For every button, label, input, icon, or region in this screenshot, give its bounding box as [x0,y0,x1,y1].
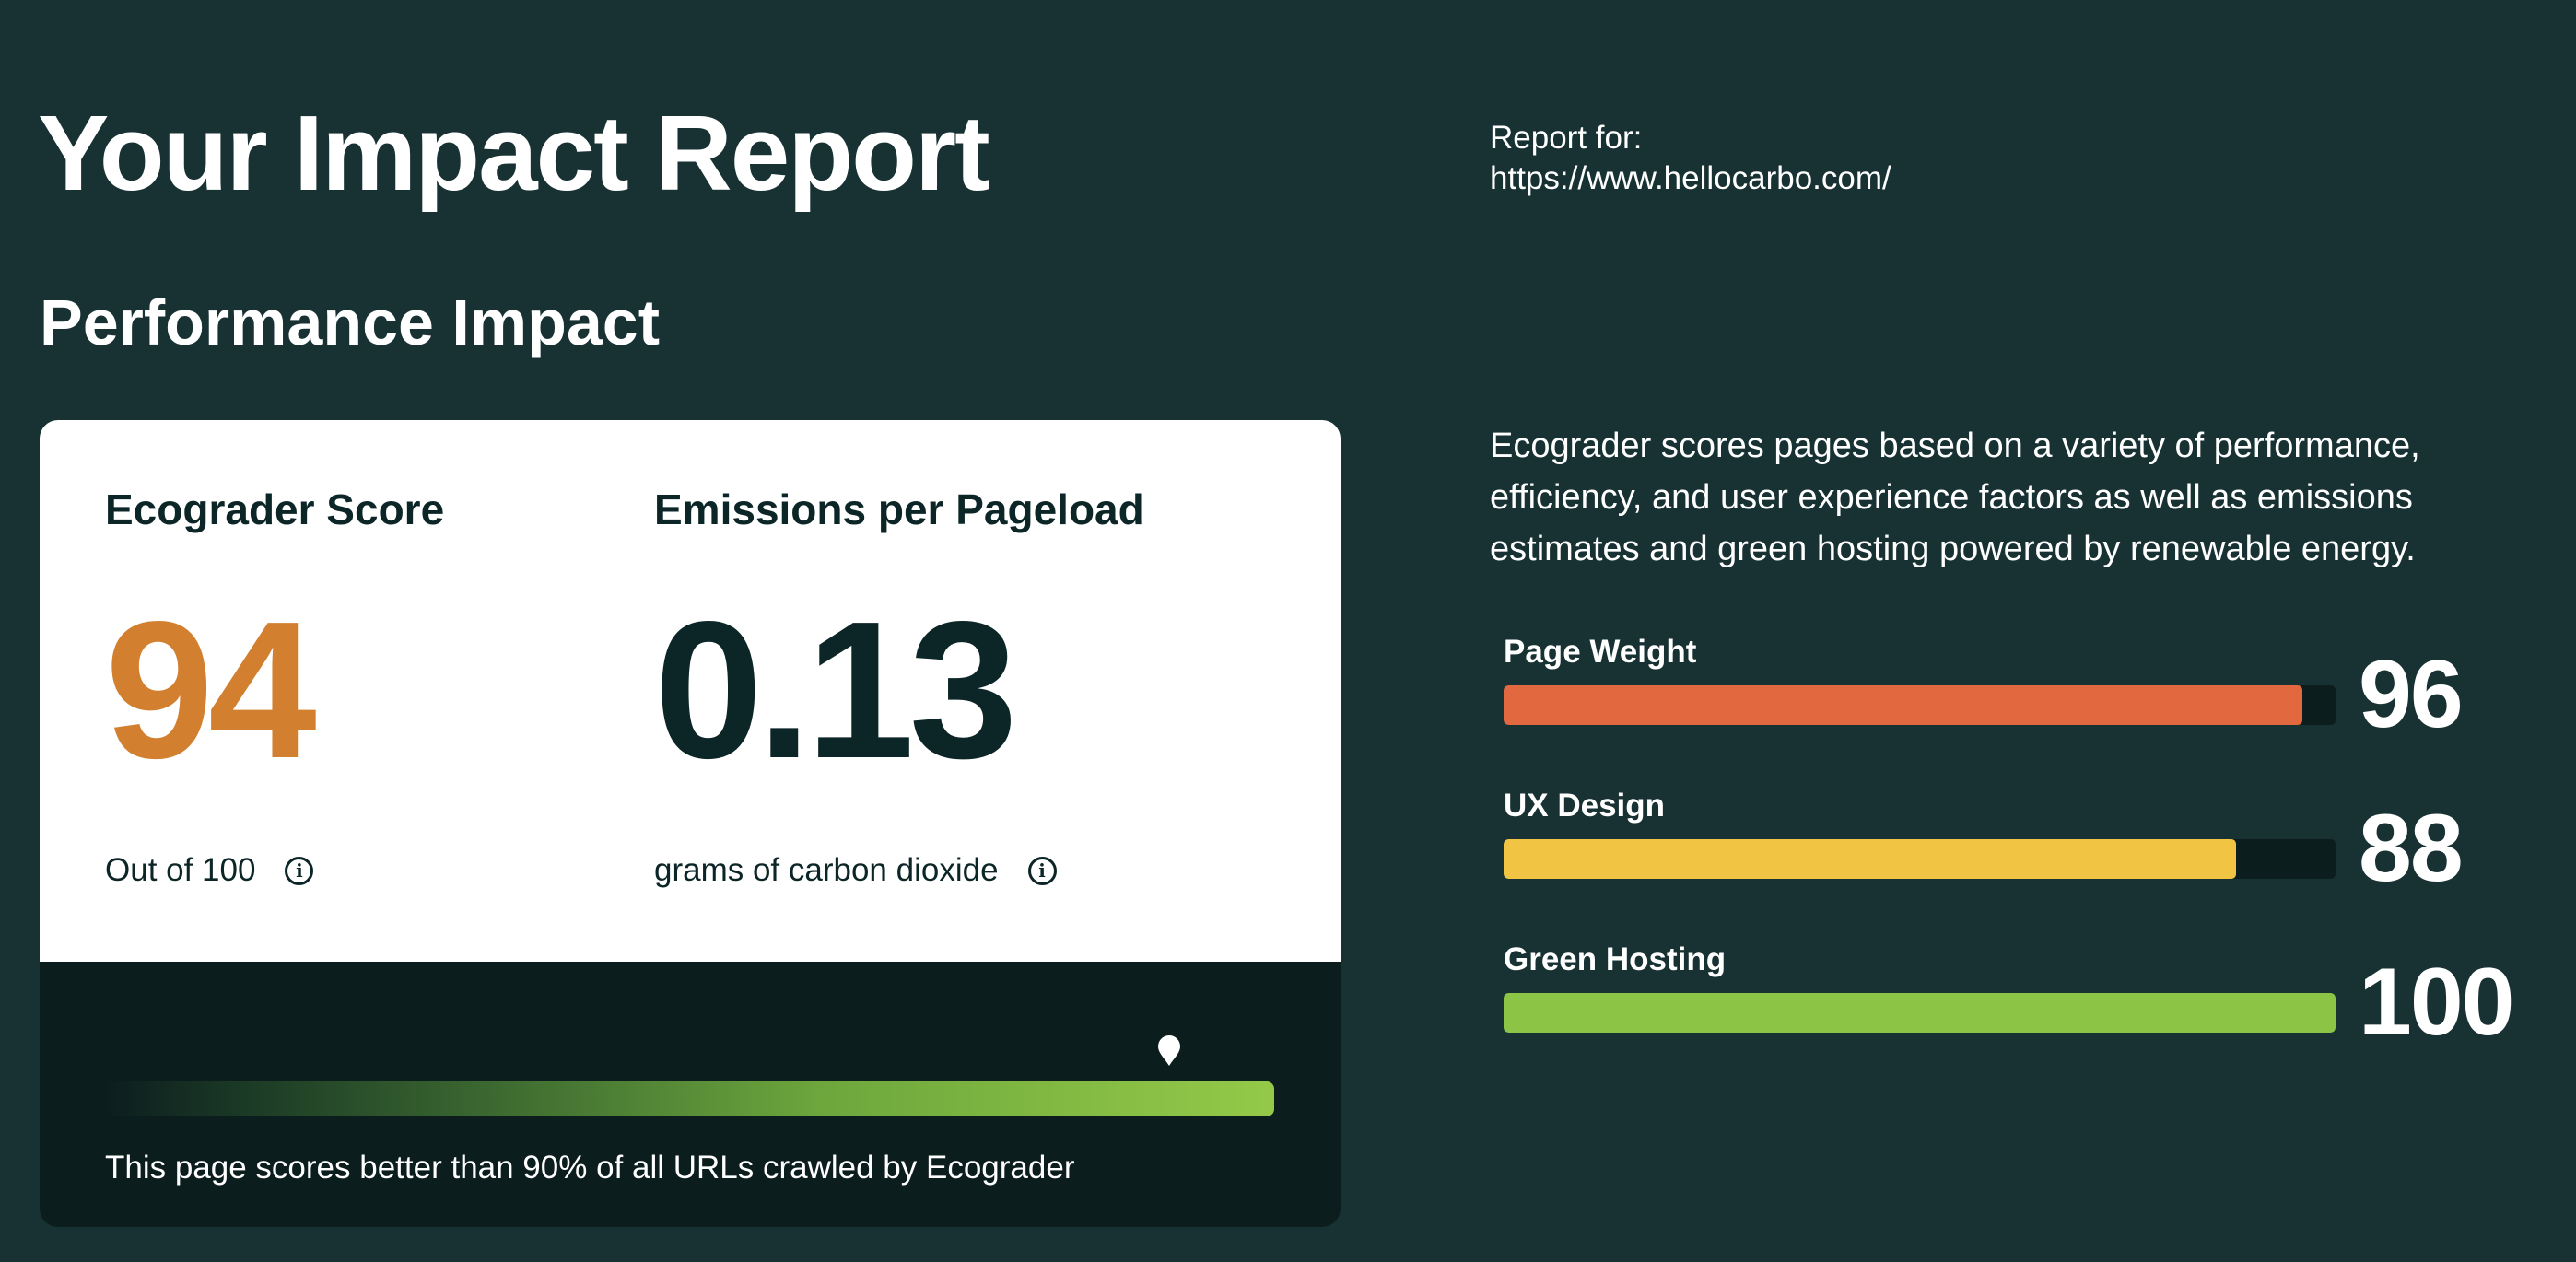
factor-bar-fill [1504,685,2302,725]
factor-bar [1504,993,2336,1033]
factor-bar-fill [1504,993,2336,1033]
emissions-caption-row: grams of carbon dioxide i [654,852,1144,889]
emissions-value: 0.13 [654,580,1018,800]
emissions-per-pageload: Emissions per Pageload 0.13 grams of car… [654,485,1144,889]
score-value: 94 [105,580,317,800]
emissions-label: Emissions per Pageload [654,485,1144,533]
report-target: Report for: https://www.hellocarbo.com/ [1490,118,1891,199]
info-icon[interactable]: i [1027,856,1057,885]
score-caption: Out of 100 [105,852,256,889]
section-title: Performance Impact [40,286,661,358]
factor-page-weight: Page Weight 96 [1504,634,2464,742]
factor-bar-fill [1504,839,2236,879]
score-description: Ecograder scores pages based on a variet… [1490,427,2420,568]
report-for-label: Report for: [1490,120,1643,156]
factor-bar [1504,685,2336,725]
factor-label: Green Hosting [1504,941,1727,977]
factor-score: 100 [2359,949,2515,1056]
score-caption-row: Out of 100 i [105,852,444,889]
score-label: Ecograder Score [105,485,445,533]
percentile-bar [105,1081,1274,1116]
info-icon[interactable]: i [285,856,314,885]
score-card-top: Ecograder Score 94 Out of 100 i Emission… [40,420,1341,962]
factor-green-hosting: Green Hosting 100 [1504,941,2515,1050]
factor-ux-design: UX Design 88 [1504,788,2464,896]
factor-label: UX Design [1504,788,1666,824]
factor-score: 88 [2359,795,2464,902]
factor-score: 96 [2359,641,2464,748]
factor-bar [1504,839,2336,879]
map-pin-icon [1158,1035,1180,1066]
page-title: Your Impact Report [38,93,990,213]
factor-label: Page Weight [1504,634,1697,670]
percentile-text: This page scores better than 90% of all … [105,1150,1075,1186]
emissions-caption: grams of carbon dioxide [654,852,999,889]
ecograder-score: Ecograder Score 94 Out of 100 i [105,485,444,889]
score-card: Ecograder Score 94 Out of 100 i Emission… [40,420,1341,1227]
report-url: https://www.hellocarbo.com/ [1490,160,1891,196]
